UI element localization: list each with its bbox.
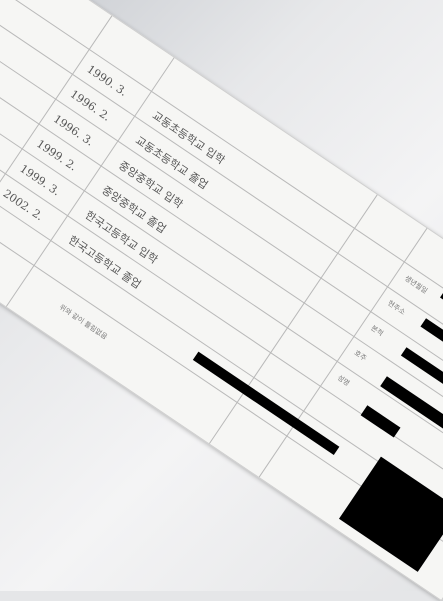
row-date: 1999. 2. bbox=[34, 137, 80, 174]
row-date: 1996. 3. bbox=[51, 112, 96, 149]
row-date: 2002. 2. bbox=[0, 186, 46, 224]
redaction-bar bbox=[360, 405, 401, 438]
bottom-note: 위와 같이 틀림없음 bbox=[57, 303, 109, 342]
row-date: 1996. 2. bbox=[67, 87, 113, 124]
row-date: 1990. 3. bbox=[84, 62, 130, 99]
label-name: 성명 bbox=[335, 373, 352, 388]
row-date: 1999. 3. bbox=[17, 162, 63, 199]
redaction-bar bbox=[192, 351, 340, 455]
label-head: 호주 bbox=[352, 348, 368, 363]
label-address: 현주소 bbox=[386, 299, 407, 317]
label-origin: 본적 bbox=[369, 324, 385, 338]
